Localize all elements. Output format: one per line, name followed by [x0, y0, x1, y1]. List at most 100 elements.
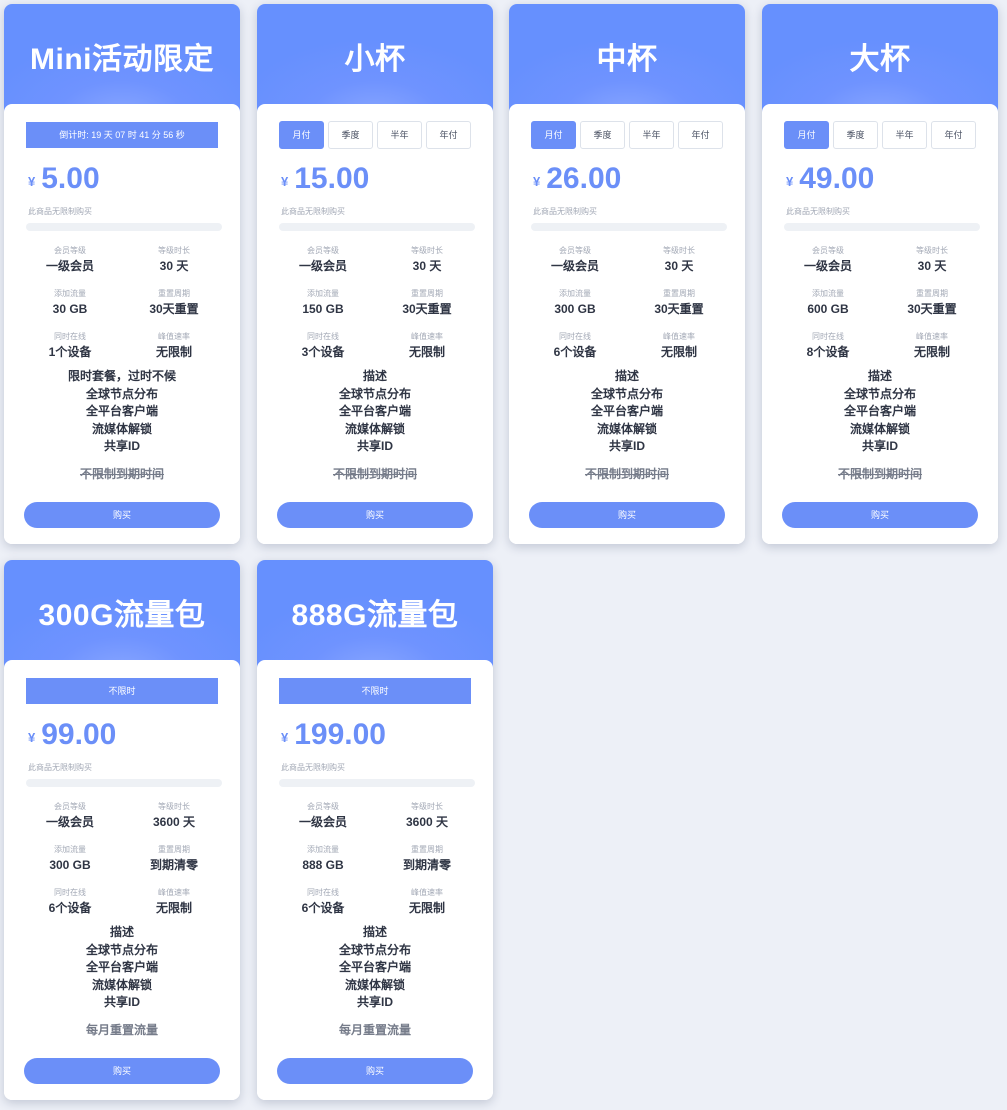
- stat-label: 会员等级: [54, 802, 86, 811]
- plan-price: ¥15.00: [281, 162, 369, 196]
- plan-stats: 会员等级 一级会员 等级时长 3600 天 添加流量 888 GB 重置周期 到…: [271, 801, 479, 922]
- stat-speed: 峰值速率 无限制: [375, 331, 479, 366]
- buy-button[interactable]: 购买: [529, 502, 725, 528]
- stat-label: 同时在线: [54, 888, 86, 897]
- plan-card-body: 倒计时: 19 天 07 时 41 分 56 秒 ¥5.00 此商品无限制购买 …: [4, 104, 240, 544]
- stat-value: 150 GB: [302, 302, 344, 316]
- description-line: 共享ID: [356, 439, 393, 454]
- stat-value: 3600 天: [152, 815, 196, 829]
- stat-traffic: 添加流量 150 GB: [271, 288, 375, 323]
- plan-banner[interactable]: 不限时: [26, 678, 218, 704]
- period-tab[interactable]: 季度: [580, 121, 625, 149]
- buy-button[interactable]: 购买: [24, 1058, 220, 1084]
- stat-duration: 等级时长 30 天: [122, 245, 226, 280]
- period-tab[interactable]: 半年: [882, 121, 927, 149]
- stat-label: 等级时长: [158, 802, 190, 811]
- description-line: 全平台客户端: [338, 960, 411, 975]
- description-line: 全平台客户端: [85, 404, 158, 419]
- stat-label: 峰值速率: [158, 332, 190, 341]
- stat-duration: 等级时长 30 天: [627, 245, 731, 280]
- stat-value: 30天重置: [402, 302, 452, 316]
- stat-label: 会员等级: [54, 246, 86, 255]
- currency-symbol: ¥: [281, 174, 289, 189]
- period-tab[interactable]: 半年: [629, 121, 674, 149]
- period-tab[interactable]: 年付: [931, 121, 976, 149]
- plan-card-header: 大杯: [762, 4, 998, 116]
- stat-value: 30天重置: [654, 302, 704, 316]
- plan-card-body: 月付 季度 半年 年付 ¥26.00 此商品无限制购买 会员等级 一级会员 等级时长 …: [509, 104, 745, 544]
- plan-title: 中杯: [596, 43, 658, 76]
- currency-symbol: ¥: [28, 174, 36, 189]
- description-line: 流媒体解锁: [91, 421, 152, 436]
- description-line: 全球节点分布: [85, 942, 158, 957]
- purchase-limit-note: 此商品无限制购买: [533, 207, 597, 216]
- plan-card-body: 月付 季度 半年 年付 ¥49.00 此商品无限制购买 会员等级 一级会员 等级时长 …: [762, 104, 998, 544]
- stat-level: 会员等级 一级会员: [523, 245, 627, 280]
- stat-label: 重置周期: [663, 289, 695, 298]
- stat-reset-cycle: 重置周期 30天重置: [627, 288, 731, 323]
- period-tab[interactable]: 月付: [279, 121, 324, 149]
- purchase-limit-note: 此商品无限制购买: [28, 207, 92, 216]
- plan-price: ¥199.00: [281, 718, 386, 752]
- buy-button[interactable]: 购买: [277, 1058, 473, 1084]
- description-line: 全平台客户端: [843, 404, 916, 419]
- stat-value: 30天重置: [907, 302, 957, 316]
- period-tab[interactable]: 季度: [833, 121, 878, 149]
- price-amount: 5.00: [41, 162, 100, 195]
- reset-policy-text: 不限制到期时间: [584, 467, 669, 481]
- plan-card: Mini活动限定 倒计时: 19 天 07 时 41 分 56 秒 ¥5.00 …: [4, 4, 240, 544]
- stat-label: 等级时长: [411, 802, 443, 811]
- stat-devices: 同时在线 1个设备: [18, 331, 122, 366]
- reset-policy-text: 每月重置流量: [85, 1023, 158, 1037]
- period-tab[interactable]: 年付: [678, 121, 723, 149]
- stat-value: 300 GB: [49, 858, 91, 872]
- stat-label: 同时在线: [307, 332, 339, 341]
- stat-level: 会员等级 一级会员: [271, 801, 375, 836]
- stock-progress-bar: [26, 223, 222, 231]
- stat-label: 会员等级: [812, 246, 844, 255]
- plan-card: 300G流量包 不限时 ¥99.00 此商品无限制购买 会员等级 一级会员 等级…: [4, 560, 240, 1100]
- plan-description: 描述 全球节点分布 全平台客户端 流媒体解锁 共享ID: [509, 368, 745, 456]
- plan-description: 描述 全球节点分布 全平台客户端 流媒体解锁 共享ID: [762, 368, 998, 456]
- period-tab[interactable]: 季度: [328, 121, 373, 149]
- stat-level: 会员等级 一级会员: [776, 245, 880, 280]
- stat-traffic: 添加流量 300 GB: [18, 844, 122, 879]
- stat-value: 到期清零: [402, 858, 451, 872]
- description-line: 全平台客户端: [85, 960, 158, 975]
- buy-button[interactable]: 购买: [782, 502, 978, 528]
- stat-value: 3600 天: [405, 815, 449, 829]
- period-tab[interactable]: 月付: [784, 121, 829, 149]
- stat-label: 添加流量: [54, 289, 86, 298]
- stat-value: 无限制: [913, 345, 950, 359]
- stat-value: 1个设备: [48, 345, 92, 359]
- plan-card-header: Mini活动限定: [4, 4, 240, 116]
- description-line: 共享ID: [103, 995, 140, 1010]
- period-tab[interactable]: 月付: [531, 121, 576, 149]
- period-tab[interactable]: 年付: [426, 121, 471, 149]
- period-tab[interactable]: 半年: [377, 121, 422, 149]
- stat-devices: 同时在线 6个设备: [18, 887, 122, 922]
- description-line: 全球节点分布: [85, 386, 158, 401]
- plan-card-header: 小杯: [257, 4, 493, 116]
- stat-value: 无限制: [155, 345, 192, 359]
- stat-devices: 同时在线 3个设备: [271, 331, 375, 366]
- buy-button[interactable]: 购买: [277, 502, 473, 528]
- plan-banner[interactable]: 不限时: [279, 678, 471, 704]
- purchase-limit-note: 此商品无限制购买: [281, 763, 345, 772]
- plan-title: 300G流量包: [38, 599, 206, 632]
- description-line: 描述: [362, 925, 387, 939]
- description-line: 共享ID: [861, 439, 898, 454]
- stat-reset-cycle: 重置周期 30天重置: [880, 288, 984, 323]
- plan-banner[interactable]: 倒计时: 19 天 07 时 41 分 56 秒: [26, 122, 218, 148]
- description-line: 描述: [109, 925, 134, 939]
- stat-value: 300 GB: [554, 302, 596, 316]
- buy-button[interactable]: 购买: [24, 502, 220, 528]
- billing-period-tabs: 月付 季度 半年 年付: [531, 121, 723, 149]
- stat-value: 一级会员: [45, 815, 94, 829]
- stat-label: 峰值速率: [158, 888, 190, 897]
- plan-description: 描述 全球节点分布 全平台客户端 流媒体解锁 共享ID: [257, 368, 493, 456]
- plan-card: 888G流量包 不限时 ¥199.00 此商品无限制购买 会员等级 一级会员 等…: [257, 560, 493, 1100]
- plan-card-body: 月付 季度 半年 年付 ¥15.00 此商品无限制购买 会员等级 一级会员 等级时长 …: [257, 104, 493, 544]
- stat-value: 30 天: [917, 259, 947, 273]
- description-line: 流媒体解锁: [344, 421, 405, 436]
